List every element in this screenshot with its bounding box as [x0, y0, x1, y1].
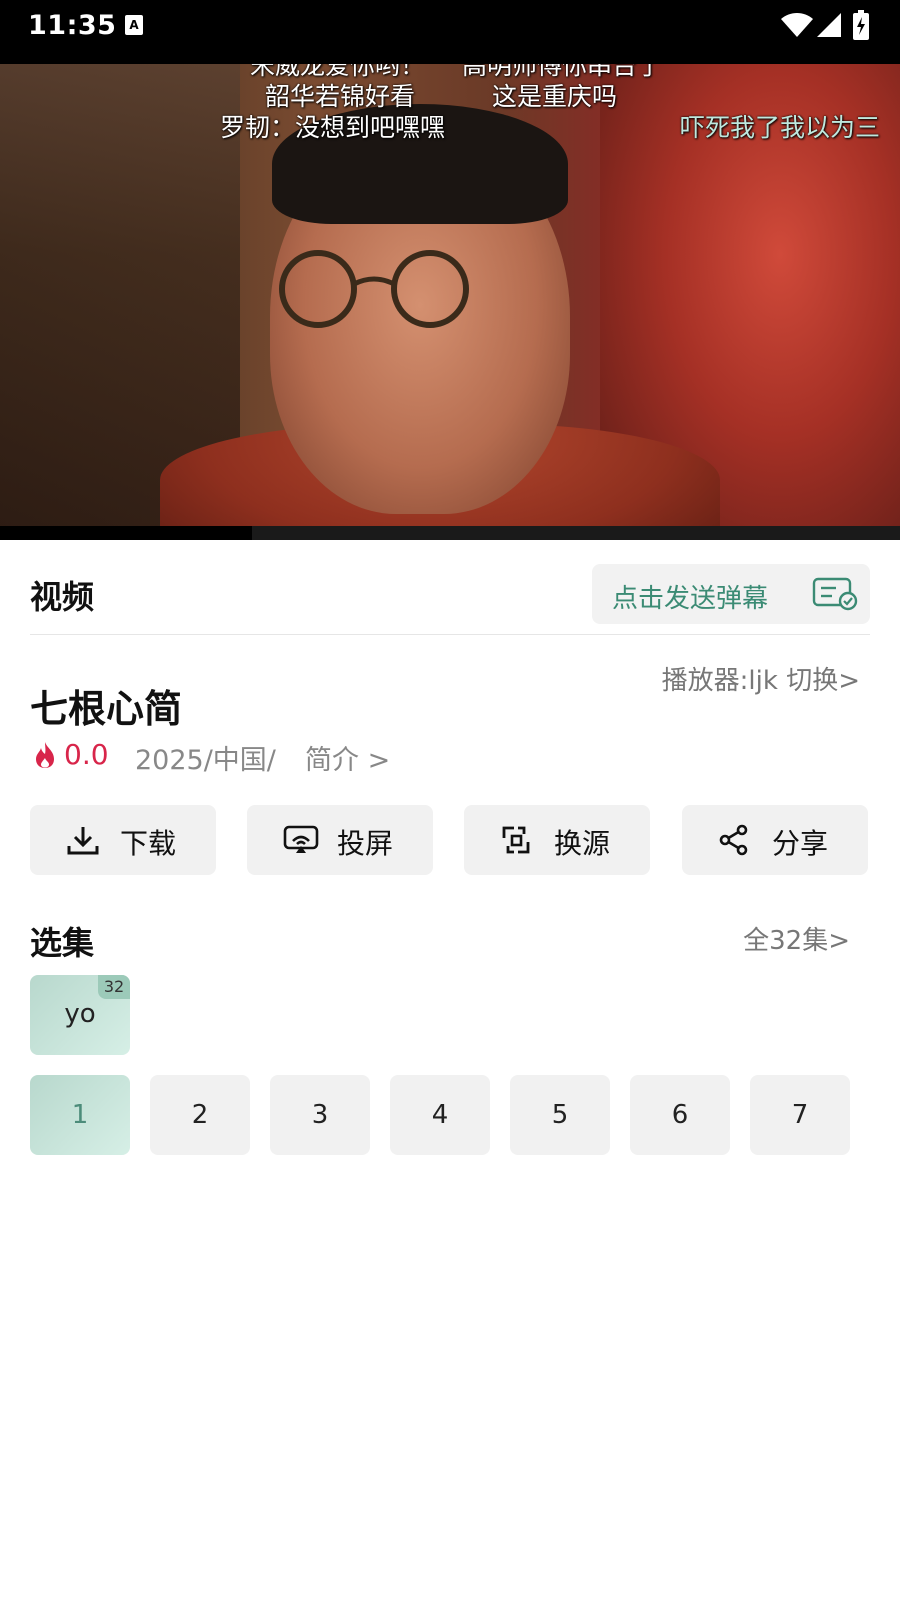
send-danmaku-button[interactable]: 点击发送弹幕	[592, 564, 870, 624]
cast-icon	[283, 825, 319, 853]
all-episodes-link[interactable]: 全32集>	[743, 920, 850, 957]
episode-button[interactable]: 2	[150, 1075, 250, 1155]
danmaku-settings-icon	[812, 577, 858, 611]
share-button[interactable]: 分享	[682, 805, 868, 875]
download-label: 下载	[120, 827, 177, 860]
section-header: 视频 点击发送弹幕	[30, 552, 870, 635]
share-icon	[719, 824, 748, 856]
episode-button[interactable]: 6	[630, 1075, 730, 1155]
danmaku-comment: 吓死我了我以为三	[680, 113, 881, 142]
episode-count-badge: 32	[98, 975, 130, 999]
cast-label: 投屏	[337, 827, 394, 860]
danmaku-comment: 罗韧：没想到吧嘿嘿	[220, 113, 446, 142]
status-bar: 11:35 A	[0, 0, 900, 64]
episode-button[interactable]: 1	[30, 1075, 130, 1155]
danmaku-comment: 这是重庆吗	[492, 82, 618, 111]
intro-link[interactable]: 简介 >	[305, 738, 390, 777]
episode-button[interactable]: 5	[510, 1075, 610, 1155]
svg-text:A: A	[129, 18, 139, 32]
fire-icon	[36, 742, 54, 768]
download-button[interactable]: 下载	[30, 805, 216, 875]
episode-button[interactable]: 3	[270, 1075, 370, 1155]
keyboard-notification-icon: A	[125, 15, 143, 35]
source-name: yo	[64, 999, 96, 1029]
video-progress-fill	[0, 526, 252, 540]
video-player[interactable]: 宋威龙爱你哟！ 高明师傅你串台了 韶华若锦好看 这是重庆吗 罗韧：没想到吧嘿嘿 …	[0, 64, 900, 540]
signal-icon	[817, 13, 841, 37]
year-region: 2025/中国/	[135, 745, 276, 776]
battery-charging-icon	[853, 10, 869, 40]
video-title: 七根心简	[30, 687, 183, 731]
send-danmaku-label: 点击发送弹幕	[612, 584, 769, 614]
status-time: 11:35	[28, 10, 117, 41]
episode-button[interactable]: 7	[750, 1075, 850, 1155]
video-progress-bar[interactable]	[0, 526, 900, 540]
episode-button[interactable]: 4	[390, 1075, 490, 1155]
tab-video[interactable]: 视频	[30, 572, 94, 618]
switch-source-label: 换源	[554, 827, 611, 860]
share-label: 分享	[772, 827, 829, 860]
switch-source-button[interactable]: 换源	[464, 805, 650, 875]
wifi-icon	[781, 13, 813, 37]
source-chip[interactable]: yo 32	[30, 975, 130, 1055]
switch-source-icon	[502, 826, 530, 854]
score-value: 0.0	[64, 738, 109, 771]
cast-button[interactable]: 投屏	[247, 805, 433, 875]
episodes-title: 选集	[30, 924, 95, 962]
player-switch-link[interactable]: 播放器:ljk 切换>	[662, 660, 860, 697]
video-frame-glasses	[279, 250, 469, 328]
download-icon	[67, 827, 99, 855]
